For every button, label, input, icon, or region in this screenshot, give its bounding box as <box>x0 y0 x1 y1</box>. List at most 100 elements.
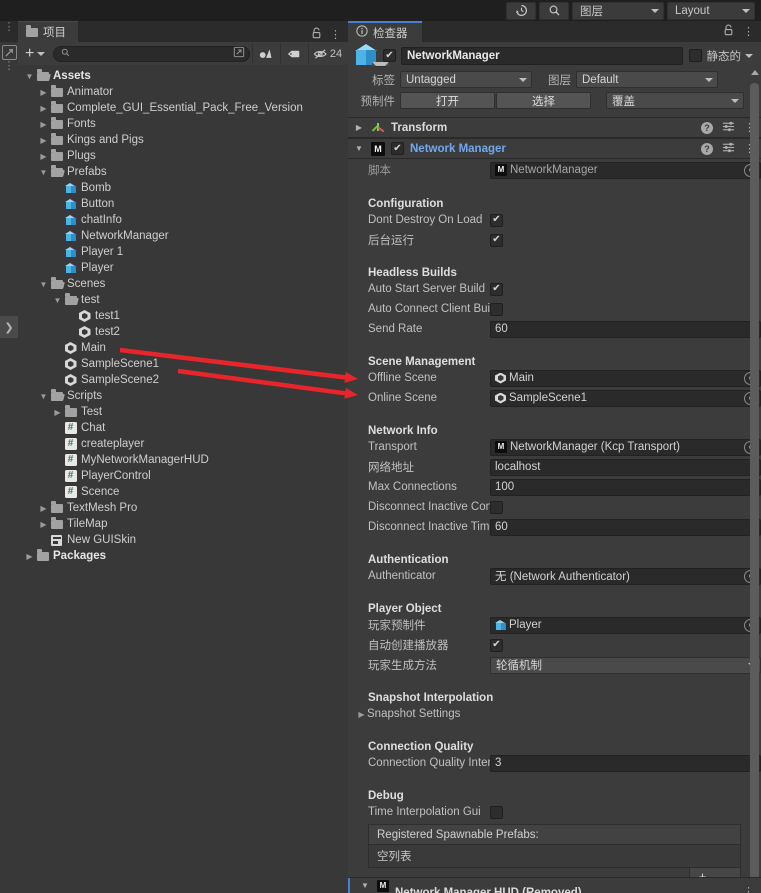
tree-item[interactable]: ▼ Assets <box>18 68 348 84</box>
tree-item[interactable]: # Scence <box>18 484 348 500</box>
tree-item[interactable]: Main <box>18 340 348 356</box>
tree-item[interactable]: ▼ Scenes <box>18 276 348 292</box>
foldout-arrow-icon[interactable]: ▶ <box>38 104 49 113</box>
tree-item[interactable]: Bomb <box>18 180 348 196</box>
tree-item[interactable]: ▶ TextMesh Pro <box>18 500 348 516</box>
help-icon[interactable]: ? <box>701 142 713 155</box>
tab-inspector[interactable]: 检查器 <box>348 21 422 42</box>
hidden-assets-toggle[interactable]: 24 <box>308 44 346 63</box>
foldout-arrow-icon[interactable]: ▼ <box>353 144 365 153</box>
property-checkbox[interactable] <box>490 638 503 652</box>
save-search-icon[interactable] <box>252 44 278 63</box>
kebab-menu-icon[interactable]: ⋮ <box>743 25 754 38</box>
tree-item[interactable]: ▼ test <box>18 292 348 308</box>
kebab-menu-icon[interactable]: ⋮ <box>0 22 18 33</box>
foldout-arrow-icon[interactable]: ▼ <box>38 392 49 401</box>
search-input[interactable] <box>53 45 250 62</box>
foldout-arrow-icon[interactable]: ▶ <box>38 136 49 145</box>
foldout-arrow-icon[interactable]: ▶ <box>38 88 49 97</box>
foldout-arrow-icon[interactable]: ▶ <box>38 520 49 529</box>
scroll-up-icon[interactable] <box>751 70 759 75</box>
foldout-arrow-icon[interactable]: ▼ <box>359 881 371 890</box>
gameobject-enabled-checkbox[interactable] <box>383 49 396 62</box>
tree-item[interactable]: Player <box>18 260 348 276</box>
tree-item[interactable]: test1 <box>18 308 348 324</box>
tree-item[interactable]: ▶ Fonts <box>18 116 348 132</box>
tag-dropdown[interactable]: Untagged <box>400 71 532 88</box>
foldout-arrow-icon[interactable]: ▼ <box>38 280 49 289</box>
tree-item[interactable]: ▶ Kings and Pigs <box>18 132 348 148</box>
search-popout-icon[interactable] <box>233 46 245 61</box>
property-checkbox[interactable] <box>490 282 503 296</box>
tree-item[interactable]: chatInfo <box>18 212 348 228</box>
tree-item[interactable]: SampleScene1 <box>18 356 348 372</box>
static-checkbox[interactable] <box>688 49 702 62</box>
panel-popout-icon[interactable] <box>2 45 17 60</box>
property-object-field[interactable]: Player <box>490 616 761 634</box>
script-object-field[interactable]: M NetworkManager <box>490 161 761 179</box>
property-object-field[interactable]: Main <box>490 369 761 387</box>
gameobject-name-input[interactable]: NetworkManager <box>401 46 683 65</box>
expand-panel-button[interactable]: ❯ <box>0 316 18 338</box>
tree-item[interactable]: # MyNetworkManagerHUD <box>18 452 348 468</box>
foldout-arrow-icon[interactable]: ▶ <box>356 710 367 719</box>
search-icon[interactable] <box>539 1 569 20</box>
tree-item[interactable]: ▶ Complete_GUI_Essential_Pack_Free_Versio… <box>18 100 348 116</box>
scrollbar-thumb[interactable] <box>750 83 759 893</box>
foldout-arrow-icon[interactable]: ▶ <box>38 120 49 129</box>
asset-tree[interactable]: ▼ Assets ▶ Animator ▶ Complete_GUI_Essential_… <box>18 65 348 893</box>
add-asset-button[interactable]: + <box>20 45 35 61</box>
component-header-transform[interactable]: ▶ Transform ? ⋮ <box>348 117 761 138</box>
tree-item[interactable]: SampleScene2 <box>18 372 348 388</box>
tree-item[interactable]: test2 <box>18 324 348 340</box>
history-icon[interactable] <box>506 1 536 20</box>
tree-item[interactable]: ▶ Animator <box>18 84 348 100</box>
tree-item[interactable]: # createplayer <box>18 436 348 452</box>
preset-icon[interactable] <box>722 141 735 157</box>
tree-item[interactable]: NetworkManager <box>18 228 348 244</box>
layer-dropdown[interactable]: Default <box>576 71 718 88</box>
tree-item[interactable]: ▶ TileMap <box>18 516 348 532</box>
tree-item[interactable]: ▶ Packages <box>18 548 348 564</box>
layout-dropdown[interactable]: Layout <box>667 1 755 20</box>
property-text-field[interactable]: localhost <box>490 458 761 476</box>
property-text-field[interactable]: 60 <box>490 320 761 338</box>
tree-item[interactable]: New GUISkin <box>18 532 348 548</box>
static-dropdown-icon[interactable] <box>745 53 753 58</box>
property-object-field[interactable]: SampleScene1 <box>490 389 761 407</box>
foldout-arrow-icon[interactable]: ▼ <box>52 296 63 305</box>
property-object-field[interactable]: 无 (Network Authenticator) <box>490 567 761 585</box>
property-text-field[interactable]: 3 <box>490 754 761 772</box>
property-dropdown[interactable]: 轮循机制 <box>490 656 761 674</box>
foldout-arrow-icon[interactable]: ▶ <box>24 552 35 561</box>
inspector-scrollbar[interactable] <box>750 70 759 893</box>
property-checkbox[interactable] <box>490 500 503 514</box>
property-checkbox[interactable] <box>490 213 503 227</box>
foldout-arrow-icon[interactable]: ▼ <box>24 72 35 81</box>
tree-item[interactable]: # PlayerControl <box>18 468 348 484</box>
tree-item[interactable]: ▼ Scripts <box>18 388 348 404</box>
tree-item[interactable]: Button <box>18 196 348 212</box>
help-icon[interactable]: ? <box>701 121 713 134</box>
chevron-down-icon[interactable] <box>37 51 46 56</box>
foldout-arrow-icon[interactable]: ▶ <box>353 123 365 132</box>
tree-item[interactable]: ▼ Prefabs <box>18 164 348 180</box>
prefab-open-button[interactable]: 打开 <box>400 92 495 109</box>
component-header-network-manager[interactable]: ▼ M Network Manager ? <box>348 138 761 159</box>
prefab-overrides-dropdown[interactable]: 覆盖 <box>606 92 744 109</box>
tag-icon[interactable] <box>280 44 306 63</box>
property-checkbox[interactable] <box>490 805 503 819</box>
property-text-field[interactable]: 60 <box>490 518 761 536</box>
tree-item[interactable]: ▶ Test <box>18 404 348 420</box>
prefab-select-button[interactable]: 选择 <box>496 92 591 109</box>
lock-icon[interactable] <box>723 24 734 39</box>
layers-dropdown[interactable]: 图层 <box>572 1 664 20</box>
tree-item[interactable]: # Chat <box>18 420 348 436</box>
foldout-arrow-icon[interactable]: ▼ <box>38 168 49 177</box>
property-checkbox[interactable] <box>490 233 503 247</box>
kebab-menu-icon[interactable]: ⋮ <box>330 28 341 41</box>
tree-item[interactable]: Player 1 <box>18 244 348 260</box>
foldout-arrow-icon[interactable]: ▶ <box>52 408 63 417</box>
component-enabled-checkbox[interactable] <box>391 142 404 155</box>
foldout-arrow-icon[interactable]: ▶ <box>38 504 49 513</box>
